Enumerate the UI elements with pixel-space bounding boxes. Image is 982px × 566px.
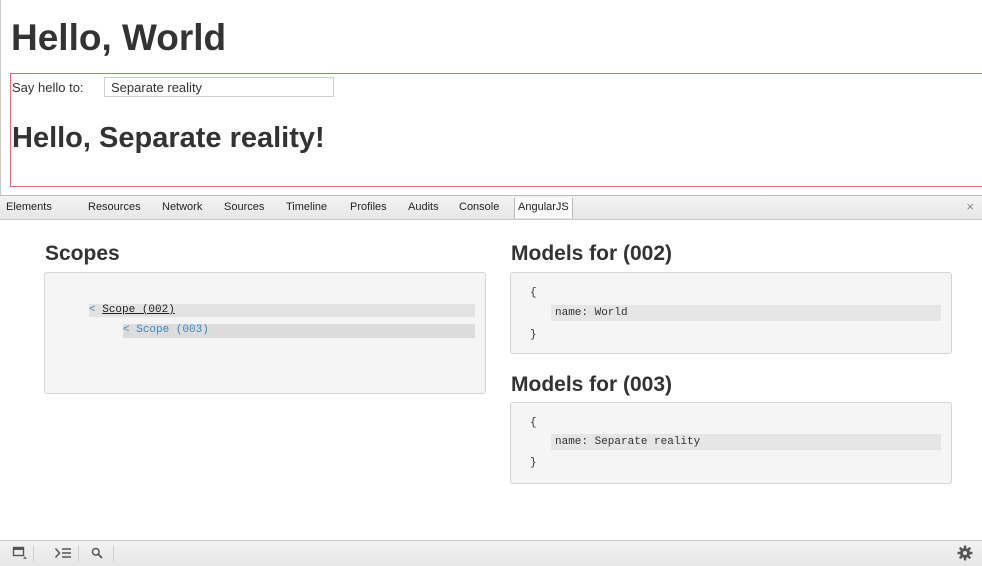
console-drawer-icon[interactable]	[52, 544, 74, 562]
tab-timeline[interactable]: Timeline	[286, 201, 327, 213]
scopes-card: < Scope (002) < Scope (003)	[44, 272, 486, 394]
page-heading: Hello, World	[11, 17, 227, 58]
input-label: Say hello to:	[12, 80, 84, 95]
divider	[113, 545, 114, 561]
models-card-002: { name: World }	[510, 272, 952, 354]
divider	[78, 545, 79, 561]
model-property-row[interactable]: name: World	[551, 305, 941, 321]
models-title-002: Models for (002)	[511, 242, 673, 265]
devtools-status-bar	[0, 540, 982, 566]
page-viewport: Hello, World Say hello to: Hello, Separa…	[0, 0, 982, 195]
tab-profiles[interactable]: Profiles	[350, 201, 387, 213]
collapse-caret-icon[interactable]: <	[89, 304, 96, 316]
models-card-003: { name: Separate reality }	[510, 402, 952, 484]
name-input[interactable]	[104, 77, 334, 97]
close-brace: }	[530, 457, 537, 469]
tab-audits[interactable]: Audits	[408, 201, 439, 213]
scope-tree-item-003[interactable]: < Scope (003)	[123, 324, 475, 338]
scope-link[interactable]: Scope (002)	[102, 304, 175, 316]
scopes-title: Scopes	[45, 242, 120, 265]
settings-gear-icon[interactable]	[954, 544, 976, 562]
scope-highlight-box: Say hello to: Hello, Separate reality!	[10, 73, 982, 187]
greeting-heading: Hello, Separate reality!	[12, 122, 325, 154]
model-property: name: Separate reality	[555, 436, 701, 448]
model-property-row[interactable]: name: Separate reality	[551, 434, 941, 450]
tab-console[interactable]: Console	[459, 201, 499, 213]
tab-sources[interactable]: Sources	[224, 201, 264, 213]
open-brace: {	[530, 287, 537, 299]
tab-elements[interactable]: Elements	[6, 201, 52, 213]
tab-angularjs[interactable]: AngularJS	[514, 198, 573, 218]
close-brace: }	[530, 329, 537, 341]
models-title-003: Models for (003)	[511, 373, 673, 396]
model-property: name: World	[555, 307, 628, 319]
angularjs-panel: Scopes < Scope (002) < Scope (003) Model…	[0, 220, 982, 540]
dock-icon[interactable]	[9, 544, 31, 562]
collapse-caret-icon[interactable]: <	[123, 324, 130, 336]
devtools-panel: Elements Resources Network Sources Timel…	[0, 195, 982, 566]
open-brace: {	[530, 417, 537, 429]
tab-resources[interactable]: Resources	[88, 201, 141, 213]
scope-tree-item-002[interactable]: < Scope (002)	[89, 304, 475, 317]
close-icon[interactable]: ×	[966, 199, 974, 214]
divider	[33, 545, 34, 561]
scope-link[interactable]: Scope (003)	[136, 324, 209, 336]
devtools-tab-bar: Elements Resources Network Sources Timel…	[0, 195, 982, 220]
search-icon[interactable]	[86, 544, 108, 562]
tab-network[interactable]: Network	[162, 201, 202, 213]
